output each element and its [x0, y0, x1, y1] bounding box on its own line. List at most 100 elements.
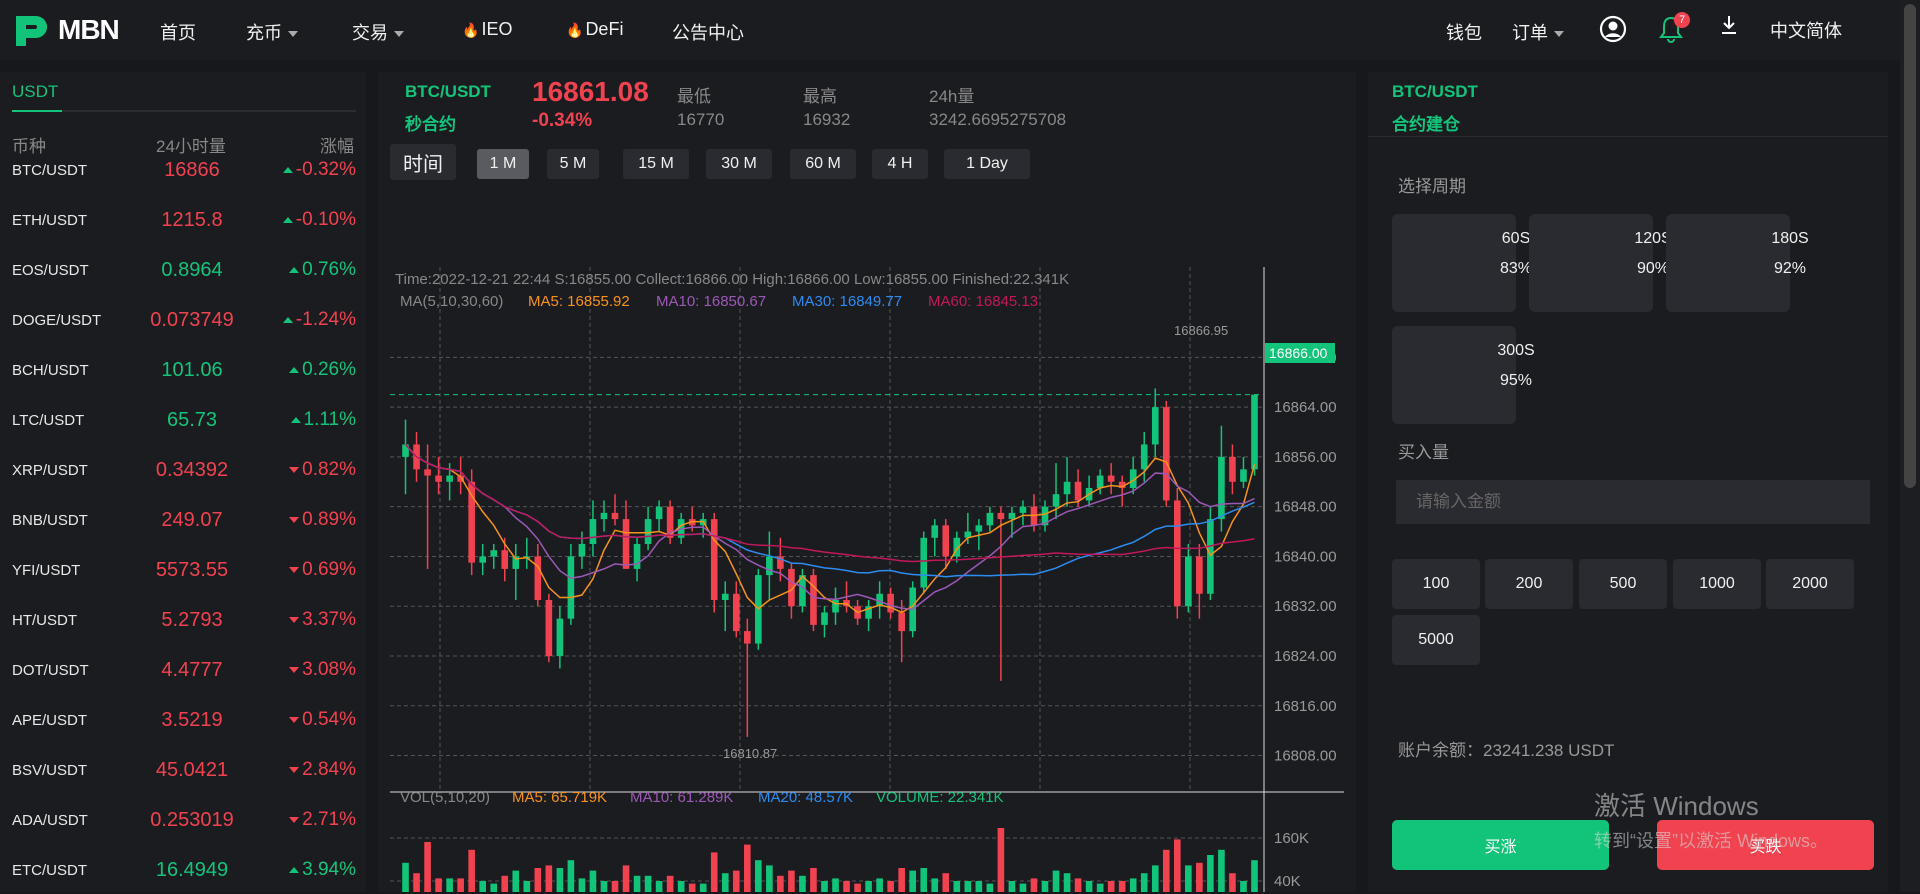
bell-icon[interactable]: 7 [1656, 12, 1690, 44]
coin-change: 0.69% [289, 559, 356, 581]
coin-price: 0.8964 [161, 259, 223, 281]
market-row[interactable]: DOT/USDT 4.4777 3.08% [0, 644, 366, 694]
timeframe-30m[interactable]: 30 M [706, 149, 772, 179]
ma10-label: MA10: 16850.67 [656, 293, 766, 310]
market-row[interactable]: EOS/USDT 0.8964 0.76% [0, 244, 366, 294]
volume-bar [755, 860, 762, 892]
market-row[interactable]: YFI/USDT 5573.55 0.69% [0, 544, 366, 594]
market-row[interactable]: BTC/USDT 16866 -0.32% [0, 144, 366, 194]
market-row[interactable]: BNB/USDT 249.07 0.89% [0, 494, 366, 544]
volume-bar [1052, 870, 1060, 892]
amount-preset-5000[interactable]: 5000 [1392, 615, 1480, 665]
volume-bar [1085, 881, 1093, 892]
coin-change: 0.89% [289, 509, 356, 531]
candle-body [633, 544, 641, 569]
nav-trade[interactable]: 交易 [352, 19, 404, 45]
market-row[interactable]: ETC/USDT 16.4949 3.94% [0, 844, 366, 894]
amount-preset-2000[interactable]: 2000 [1766, 559, 1854, 609]
ma5-line [404, 443, 1256, 614]
coin-name: APE/USDT [12, 712, 88, 729]
timeframe-1day[interactable]: 1 Day [944, 149, 1030, 179]
amount-preset-1000[interactable]: 1000 [1673, 559, 1761, 609]
volume-bar [1174, 839, 1181, 892]
coin-change-value: -1.24% [295, 309, 356, 330]
chevron-down-icon [1554, 31, 1564, 38]
volume-bar [501, 875, 509, 892]
candle-body [578, 544, 586, 557]
triangle-down-icon [289, 516, 300, 523]
volume-bar [744, 844, 751, 892]
nav-announcements[interactable]: 公告中心 [672, 19, 744, 45]
period-option-180s[interactable]: 180S 92% [1666, 214, 1809, 312]
volume-bar [931, 878, 939, 892]
timeframe-5m[interactable]: 5 M [547, 149, 599, 179]
volume-bar [766, 865, 773, 892]
chart-info-line: Time:2022-12-21 22:44 S:16855.00 Collect… [395, 271, 1069, 288]
market-list-panel: USDT 币种 24小时量 涨幅 BTC/USDT 16866 -0.32% ETH/… [0, 72, 366, 892]
chevron-down-icon [394, 31, 404, 38]
amount-preset-200[interactable]: 200 [1485, 559, 1573, 609]
market-row[interactable]: ETH/USDT 1215.8 -0.10% [0, 194, 366, 244]
volume-bar [721, 873, 729, 892]
tab-usdt[interactable]: USDT [12, 82, 58, 102]
logo[interactable]: MBN [12, 12, 120, 48]
candle-body [424, 469, 431, 476]
market-row[interactable]: BSV/USDT 45.0421 2.84% [0, 744, 366, 794]
market-row[interactable]: ADA/USDT 0.253019 2.71% [0, 794, 366, 844]
coin-change-value: 0.26% [302, 359, 356, 380]
candle-body [721, 593, 729, 600]
candle-body [567, 556, 575, 619]
coin-price: 0.073749 [150, 309, 234, 331]
coin-price: 16866 [164, 159, 220, 181]
timeframe-1m[interactable]: 1 M [477, 149, 529, 179]
nav-orders[interactable]: 订单 [1512, 19, 1564, 45]
volume-bar [578, 878, 586, 892]
coin-name: BSV/USDT [12, 762, 88, 779]
market-row[interactable]: HT/USDT 5.2793 3.37% [0, 594, 366, 644]
volume-bar [688, 883, 696, 892]
period-option-120s[interactable]: 120S 90% [1529, 214, 1672, 312]
language-selector[interactable]: 中文简体 [1770, 17, 1842, 43]
nav-ieo[interactable]: 🔥 IEO [462, 19, 512, 40]
amount-preset-100[interactable]: 100 [1392, 559, 1480, 609]
nav-home[interactable]: 首页 [160, 19, 196, 45]
market-row[interactable]: DOGE/USDT 0.073749 -1.24% [0, 294, 366, 344]
coin-price: 249.07 [161, 509, 223, 531]
coin-change: 2.84% [289, 759, 356, 781]
timeframe-15m[interactable]: 15 M [623, 149, 689, 179]
timeframe-4h[interactable]: 4 H [872, 149, 928, 179]
period-option-60s[interactable]: 60S 83% [1392, 214, 1532, 312]
nav-deposit[interactable]: 充币 [246, 19, 298, 45]
candle-body [1107, 475, 1115, 482]
download-icon[interactable] [1714, 10, 1744, 40]
market-row[interactable]: XRP/USDT 0.34392 0.82% [0, 444, 366, 494]
candlestick-chart[interactable]: 16872.0016864.0016856.0016848.0016840.00… [378, 192, 1356, 892]
buy-up-button[interactable]: 买涨 [1392, 820, 1609, 870]
timeframe-60m[interactable]: 60 M [790, 149, 856, 179]
candle-body [1052, 494, 1060, 507]
market-row[interactable]: APE/USDT 3.5219 0.54% [0, 694, 366, 744]
candle-body [534, 556, 542, 600]
market-row[interactable]: BCH/USDT 101.06 0.26% [0, 344, 366, 394]
candle-body [589, 519, 597, 544]
volume-bar [1151, 865, 1159, 892]
ma5-label: MA5: 16855.92 [528, 293, 630, 310]
volume-bar [1140, 873, 1148, 892]
candle-body [1229, 456, 1236, 482]
period-option-300s[interactable]: 300S 95% [1392, 326, 1535, 424]
user-icon[interactable] [1598, 14, 1628, 44]
vol-ma10-label: MA10: 61.289K [630, 789, 733, 806]
amount-input[interactable] [1396, 480, 1870, 524]
market-row[interactable]: LTC/USDT 65.73 1.11% [0, 394, 366, 444]
nav-defi[interactable]: 🔥 DeFi [566, 19, 623, 40]
triangle-down-icon [289, 566, 300, 573]
scrollbar-thumb[interactable] [1904, 4, 1916, 488]
chart-panel: BTC/USDT 秒合约 16861.08 -0.34% 最低 16770 最高… [378, 72, 1356, 892]
period-time: 180S [1771, 230, 1809, 247]
y-tick-label: 16840.00 [1274, 548, 1337, 565]
candle-body [1218, 456, 1225, 520]
amount-preset-500[interactable]: 500 [1579, 559, 1667, 609]
logo-text: MBN [58, 14, 120, 45]
nav-wallet[interactable]: 钱包 [1446, 19, 1482, 45]
volume-bar [1251, 860, 1258, 892]
